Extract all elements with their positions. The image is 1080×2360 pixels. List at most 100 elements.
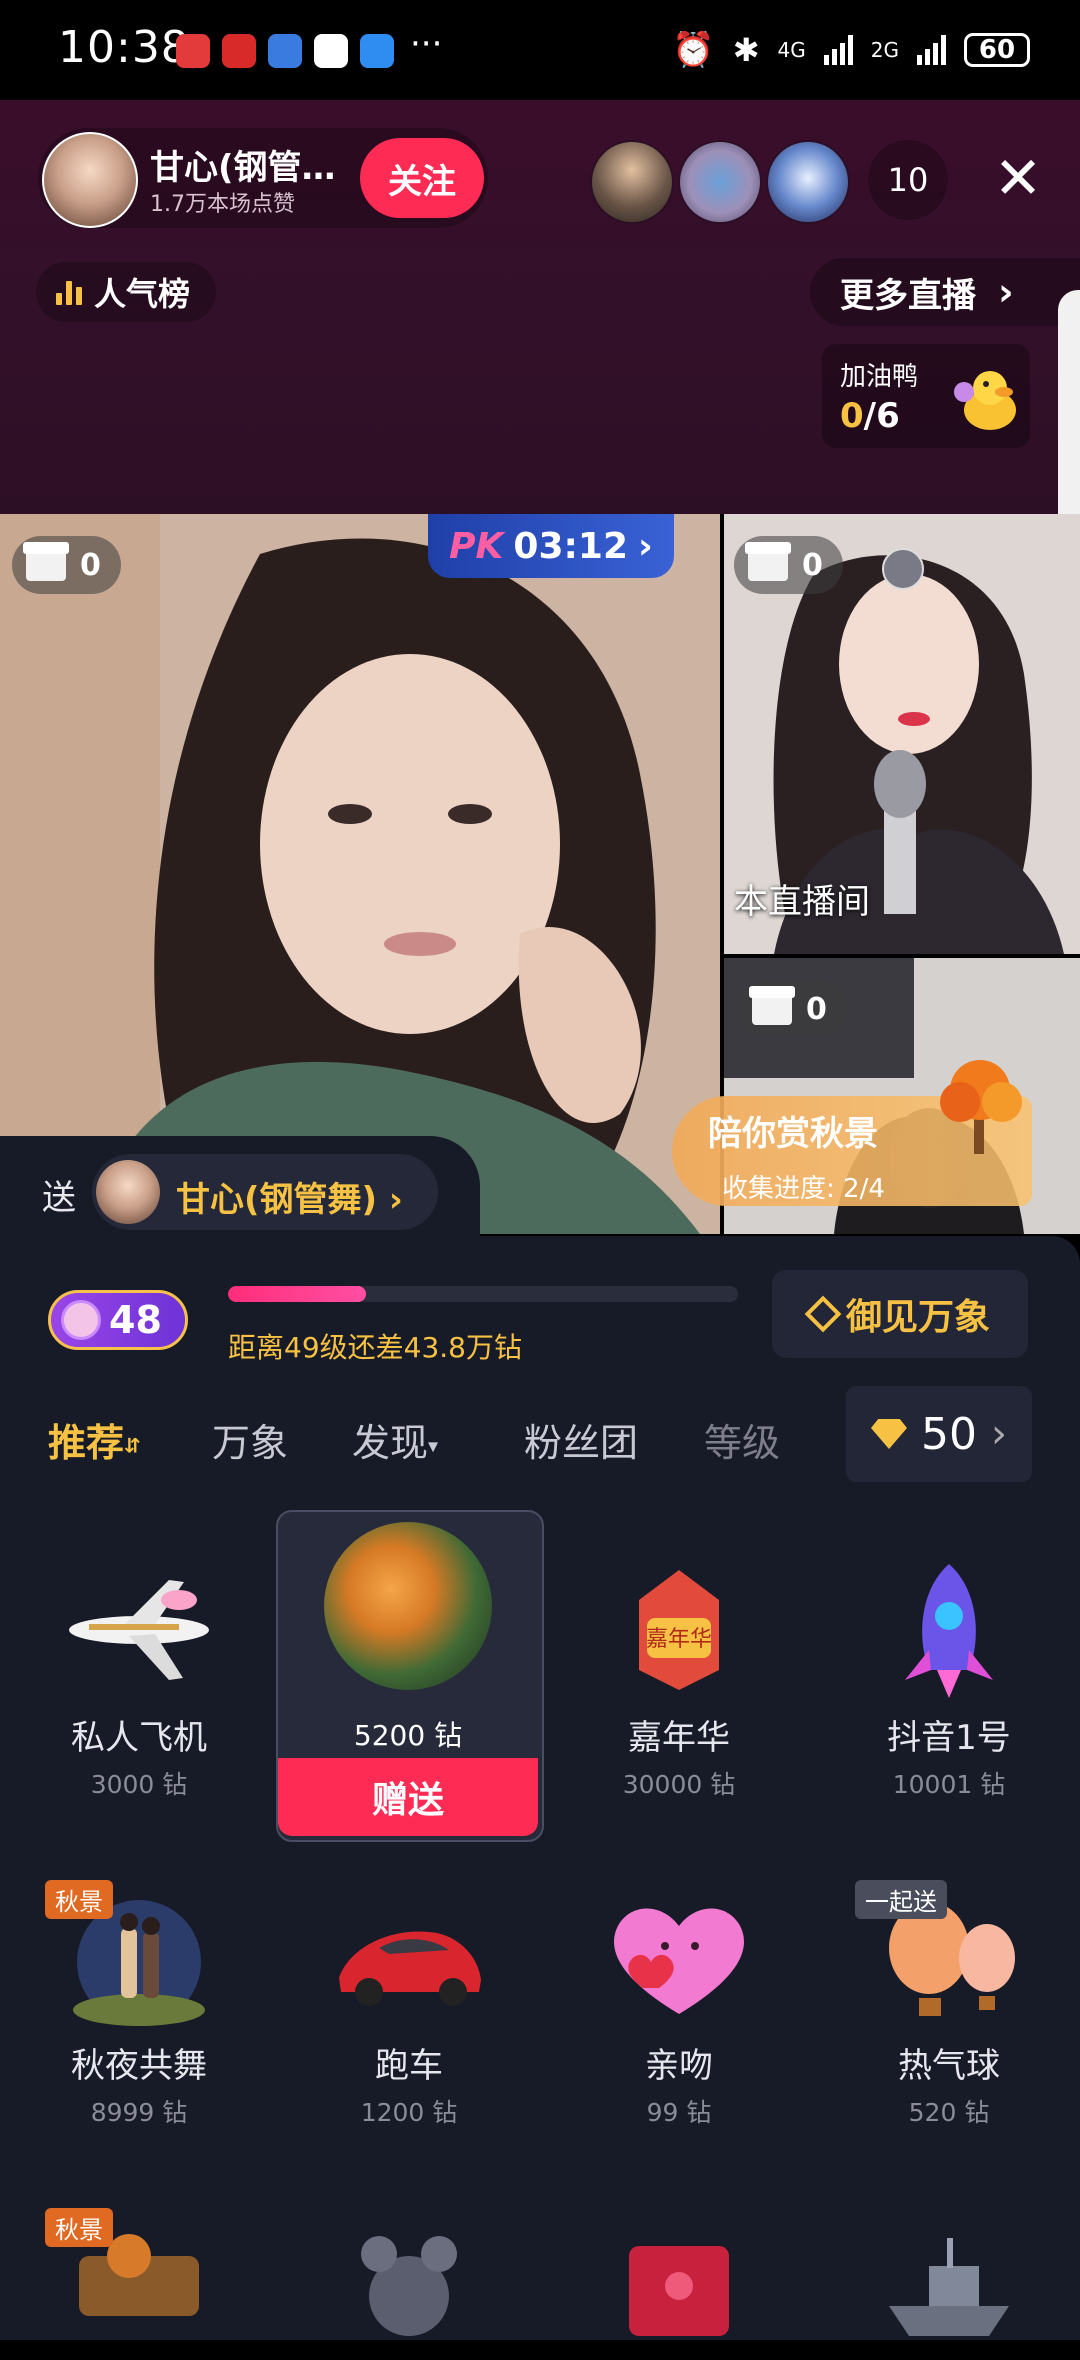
- tab-discover-label: 发现: [352, 1421, 429, 1465]
- tab-wanxiang[interactable]: 万象: [212, 1412, 288, 1467]
- gift-box-icon: [749, 986, 795, 1025]
- second-gift-counter[interactable]: 0: [738, 980, 847, 1038]
- gift-tag: 一起送: [855, 1880, 947, 1919]
- host-likes: 1.7万本场点赞: [150, 192, 295, 217]
- more-live-label: 更多直播: [840, 275, 976, 316]
- main-gift-counter[interactable]: 0: [12, 536, 121, 594]
- svg-text:嘉年华: 嘉年华: [646, 1627, 712, 1652]
- level-progress-text: 距离49级还差43.8万钻: [228, 1331, 522, 1364]
- main-gift-count: 0: [80, 547, 101, 583]
- diamond-outline-icon: [804, 1295, 842, 1333]
- cheer-duck-progress: 0/6: [840, 396, 900, 436]
- host-avatar[interactable]: [42, 132, 138, 228]
- viewer-avatar[interactable]: [766, 140, 850, 224]
- cheer-duck-label: 加油鸭: [840, 362, 919, 392]
- autumn-dance-icon: 秋景: [45, 1880, 219, 2028]
- user-level-badge[interactable]: 48: [48, 1290, 188, 1350]
- duck-icon: [954, 371, 1016, 430]
- chevron-right-icon: ›: [388, 1180, 403, 1220]
- yujian-wanxiang-button[interactable]: 御见万象: [772, 1270, 1028, 1358]
- rocket-icon: [869, 1560, 1029, 1700]
- gift-price: 10001 钻: [892, 1770, 1006, 1799]
- gift-name: 私人飞机: [71, 1718, 207, 1758]
- rank-bars-icon: [56, 279, 82, 305]
- popularity-rank-button[interactable]: 人气榜: [36, 262, 217, 322]
- send-target-name-text: 甘心(钢管舞): [176, 1180, 378, 1220]
- send-target-name[interactable]: 甘心(钢管舞) ›: [176, 1172, 403, 1221]
- signal-icon: [823, 35, 853, 65]
- level-progress-bar: [228, 1286, 738, 1302]
- autumn-event-title: 陪你赏秋景: [708, 1114, 878, 1154]
- close-icon[interactable]: ✕: [990, 149, 1046, 208]
- shield-icon: [882, 548, 924, 590]
- gift-name: 秋夜共舞: [71, 2046, 207, 2086]
- tab-grade[interactable]: 等级: [704, 1412, 780, 1467]
- gift-price: 1200 钻: [360, 2098, 458, 2127]
- gift-price: 99 钻: [646, 2098, 712, 2127]
- gift-name: 嘉年华: [628, 1718, 730, 1758]
- tab-recommend[interactable]: 推荐⇵: [48, 1412, 141, 1467]
- chevron-right-icon: ›: [991, 1411, 1007, 1457]
- gift-box-icon: [23, 542, 69, 581]
- gift-row3-3[interactable]: [564, 2216, 794, 2356]
- gift-name: 亲吻: [645, 2046, 713, 2086]
- status-right: ⏰ ✱ 4G 2G 60: [672, 26, 1030, 74]
- huawei-icon: [222, 34, 256, 68]
- bluetooth-icon: ✱: [732, 31, 760, 69]
- chevron-right-icon: ›: [638, 525, 653, 567]
- diamond-balance: 50: [921, 1408, 977, 1460]
- gift-row3-1[interactable]: 秋景: [24, 2208, 254, 2356]
- network-2g: 2G: [870, 38, 899, 62]
- viewer-avatar[interactable]: [590, 140, 674, 224]
- heart-kiss-icon: [599, 1888, 759, 2028]
- tab-fan-club[interactable]: 粉丝团: [524, 1412, 638, 1467]
- follow-button[interactable]: 关注: [360, 138, 484, 218]
- more-live-button[interactable]: 更多直播 ›: [810, 258, 1080, 326]
- gift-carnival[interactable]: 嘉年华 嘉年华 30000 钻: [564, 1560, 794, 1801]
- carnival-icon: 嘉年华: [599, 1560, 759, 1700]
- autumn-event-progress: 收集进度: 2/4: [722, 1174, 885, 1204]
- send-gift-button[interactable]: 赠送: [278, 1758, 538, 1836]
- tab-discover[interactable]: 发现▾: [352, 1412, 438, 1467]
- second-gift-count: 0: [806, 991, 827, 1027]
- gift-autumn-dance[interactable]: 秋景 秋夜共舞 8999 钻: [24, 1880, 254, 2129]
- gift-row3-4[interactable]: [834, 2216, 1064, 2356]
- opponent-gift-count: 0: [802, 547, 823, 583]
- gift-price: 30000 钻: [622, 1770, 736, 1799]
- gift-name: 跑车: [375, 2046, 443, 2086]
- send-target-avatar: [96, 1160, 160, 1224]
- gift-name: 抖音1号: [887, 1718, 1011, 1758]
- gift-sports-car[interactable]: 跑车 1200 钻: [294, 1888, 524, 2129]
- main-stream-video[interactable]: [0, 514, 720, 1234]
- sports-car-icon: [329, 1888, 489, 2028]
- autumn-truck-icon: 秋景: [45, 2208, 219, 2356]
- selected-gift-price: 5200 钻: [353, 1719, 463, 1752]
- mouse-icon: [329, 2216, 489, 2356]
- gift-row3-2[interactable]: [294, 2216, 524, 2356]
- gift-hot-air-balloon[interactable]: 一起送 热气球 520 钻: [834, 1880, 1064, 2129]
- this-room-label: 本直播间: [734, 882, 870, 922]
- alarm-icon: ⏰: [672, 30, 715, 70]
- dropdown-icon: ▾: [428, 1433, 439, 1458]
- diamond-balance-button[interactable]: 50 ›: [846, 1386, 1032, 1482]
- gift-douyin-one[interactable]: 抖音1号 10001 钻: [834, 1560, 1064, 1801]
- viewer-count[interactable]: 10: [868, 140, 948, 220]
- gift-price: 8999 钻: [90, 2098, 188, 2127]
- more-notifications-icon: ···: [410, 24, 443, 64]
- viewer-avatar[interactable]: [678, 140, 762, 224]
- red-envelope-icon: [599, 2216, 759, 2356]
- cheer-duck-total: /6: [863, 396, 900, 436]
- opponent-gift-counter[interactable]: 0: [734, 536, 843, 594]
- douyin-diamond-icon: [871, 1419, 907, 1449]
- host-name[interactable]: 甘心(钢管…: [150, 140, 336, 189]
- tab-recommend-label: 推荐: [48, 1421, 125, 1465]
- gift-private-jet[interactable]: 私人飞机 3000 钻: [24, 1560, 254, 1801]
- qq-icon: [314, 34, 348, 68]
- pk-logo: PK: [449, 525, 504, 567]
- message-icon: [360, 34, 394, 68]
- send-label: 送: [42, 1178, 76, 1218]
- gift-kiss[interactable]: 亲吻 99 钻: [564, 1888, 794, 2129]
- gift-price: 3000 钻: [90, 1770, 188, 1799]
- autumn-tree-icon: [940, 1060, 1022, 1154]
- pk-timer[interactable]: PK 03:12 ›: [428, 514, 674, 578]
